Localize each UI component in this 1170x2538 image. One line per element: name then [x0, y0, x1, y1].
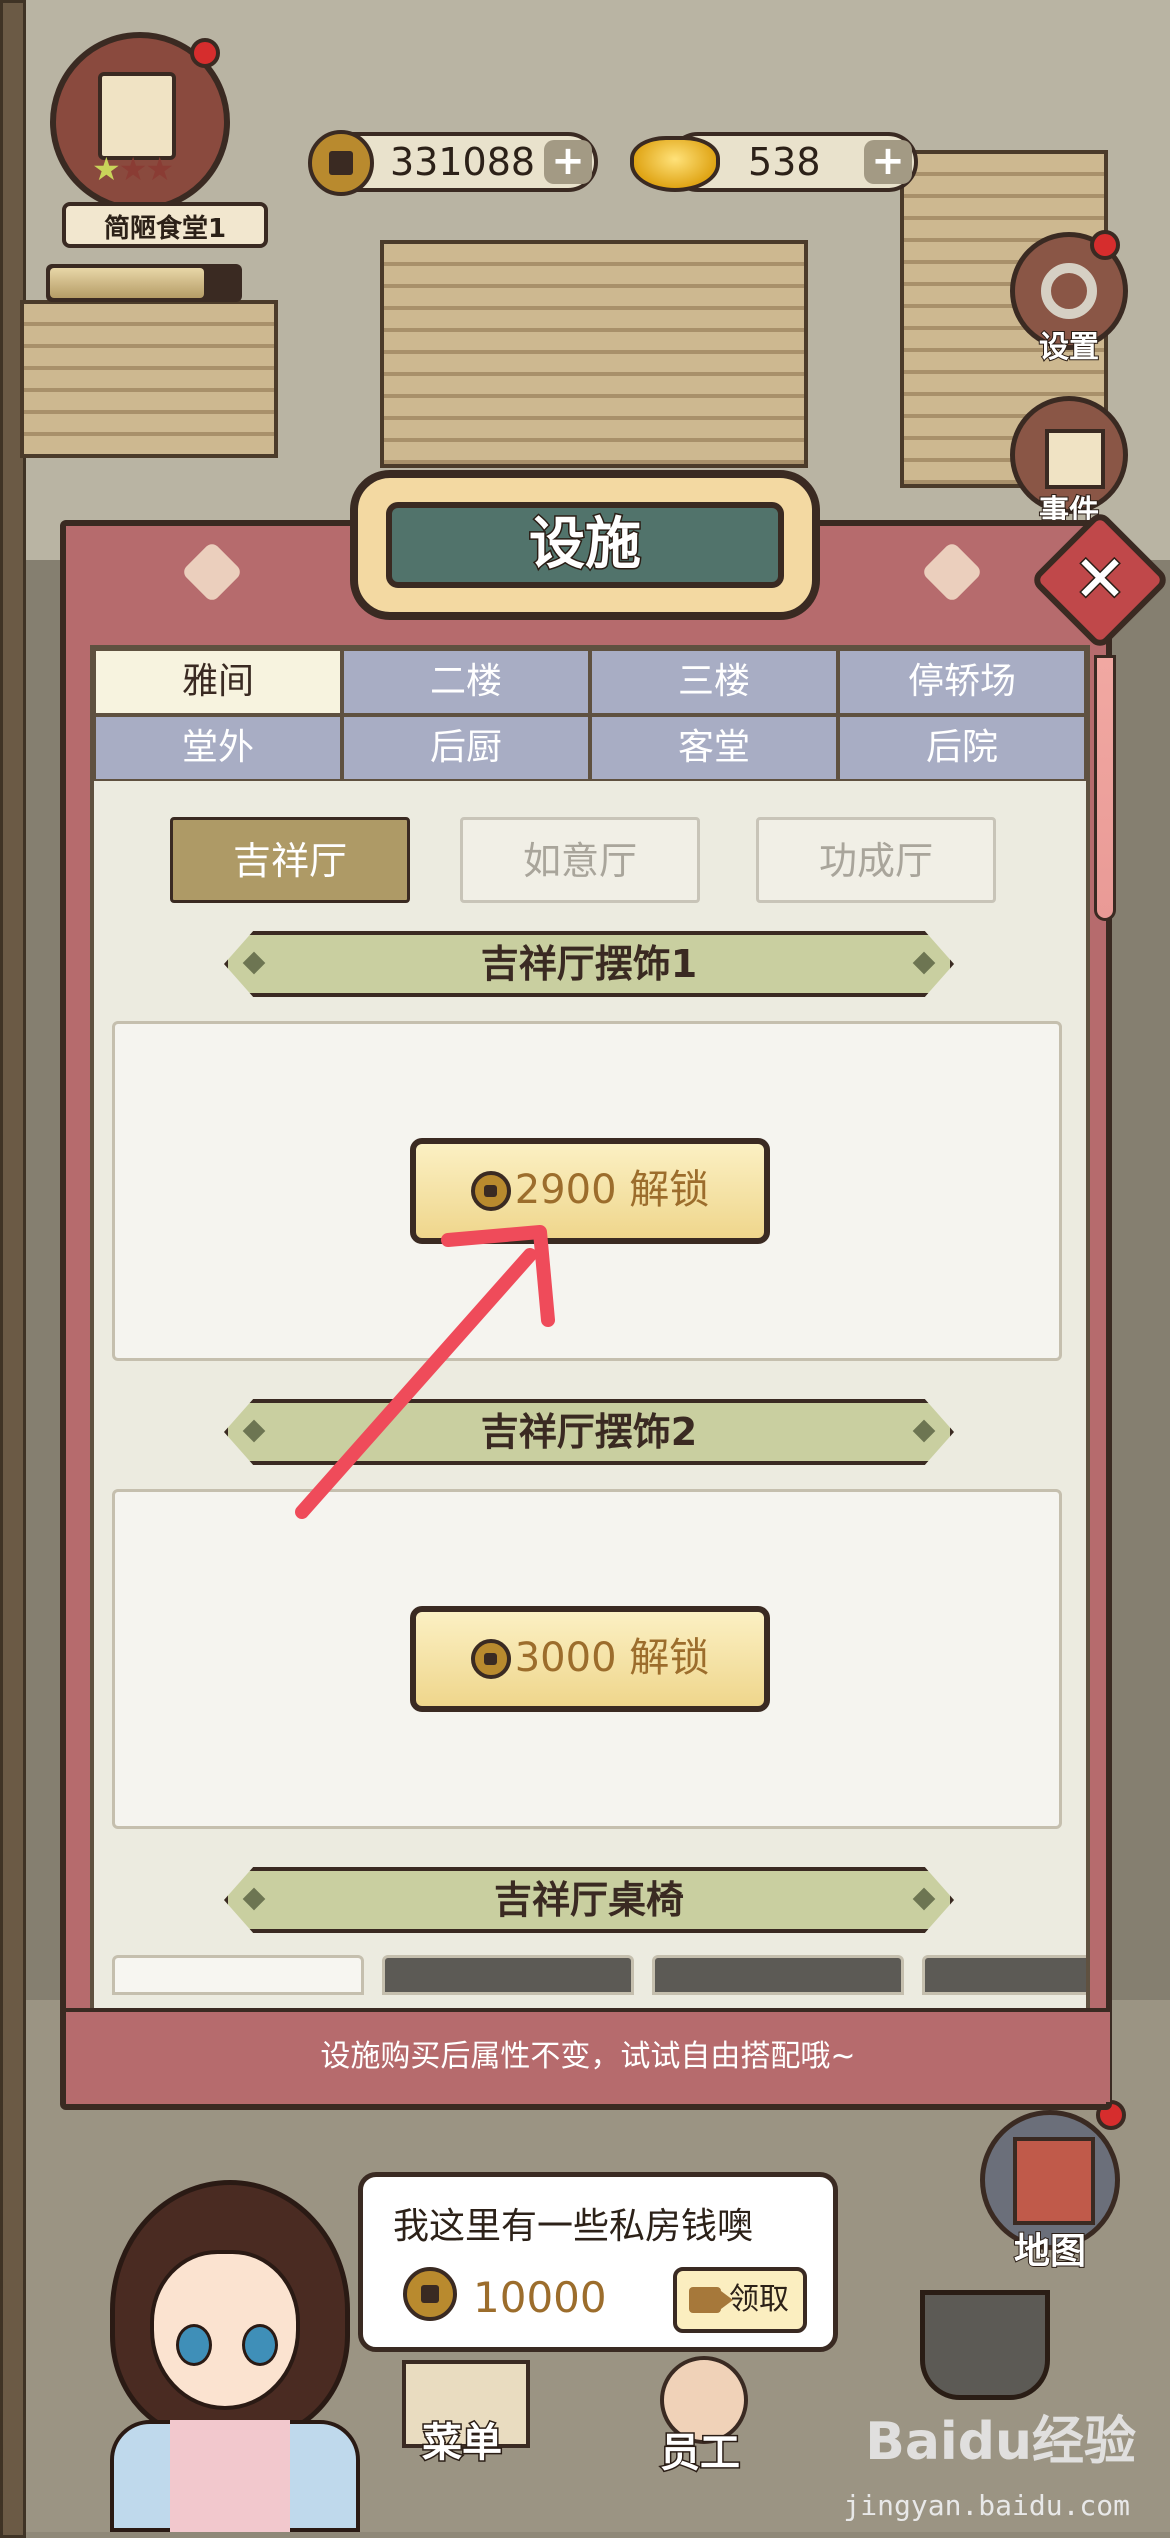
unlock-button[interactable]: 3000 解锁	[410, 1606, 770, 1712]
furniture-slots	[112, 1955, 1086, 1995]
add-coins-button[interactable]: +	[544, 140, 592, 184]
coin-icon	[470, 1171, 511, 1211]
shop-progress-fill	[50, 268, 205, 298]
section-header: 吉祥厅摆饰1	[224, 931, 954, 997]
shop-progress-bar	[46, 264, 242, 302]
modal-title: 设施	[386, 502, 784, 588]
add-ingots-button[interactable]: +	[864, 140, 912, 184]
background-window-blind	[380, 240, 808, 468]
modal-content: 雅间 二楼 三楼 停轿场堂外 后厨 客堂 后院 吉祥厅 如意厅 功成厅 吉祥厅摆饰1 290…	[90, 645, 1090, 2035]
item-slot: 3000 解锁	[112, 1489, 1062, 1829]
claim-button[interactable]: 领取	[673, 2267, 807, 2333]
star-icon: ★	[92, 150, 121, 188]
tab-floor[interactable]: 三楼	[592, 651, 836, 713]
character-eye	[176, 2324, 212, 2366]
furniture-slot[interactable]	[652, 1955, 904, 1995]
house-icon	[1045, 429, 1105, 489]
npc-character[interactable]	[70, 2140, 400, 2532]
watermark-logo: Baidu经验	[865, 2412, 1136, 2472]
tab-floor[interactable]: 后院	[840, 717, 1084, 779]
shop-name: 简陋食堂1	[62, 202, 268, 248]
coin-icon	[470, 1639, 511, 1679]
subtab-jixiang[interactable]: 吉祥厅	[170, 817, 410, 903]
tab-floor[interactable]: 客堂	[592, 717, 836, 779]
unlock-price: 3000	[514, 1635, 617, 1681]
star-icon: ★	[118, 150, 148, 188]
star-icon: ★	[145, 150, 174, 188]
bubble-text: 我这里有一些私房钱噢	[393, 2206, 754, 2247]
furniture-slot[interactable]	[382, 1955, 634, 1995]
video-icon	[689, 2287, 733, 2313]
subtab-ruyi[interactable]: 如意厅	[460, 817, 700, 903]
staff-label: 员工	[659, 2429, 742, 2478]
settings-label: 设置	[1038, 329, 1100, 366]
settings-notification-dot	[1090, 230, 1120, 260]
ingot-amount: 538	[748, 140, 821, 184]
watermark-url: jingyan.baidu.com	[843, 2489, 1130, 2522]
character-robe-inner	[170, 2420, 290, 2532]
modal-hint: 设施购买后属性不变，试试自由搭配哦~	[66, 2008, 1110, 2102]
coin-icon	[403, 2267, 457, 2321]
item-slot: 2900 解锁	[112, 1021, 1062, 1361]
building-icon	[98, 72, 176, 160]
gold-ingot-icon	[630, 136, 720, 192]
background-window-blind	[20, 300, 278, 458]
tab-floor[interactable]: 堂外	[96, 717, 340, 779]
tab-floor[interactable]: 雅间	[96, 651, 340, 713]
claim-label: 领取	[729, 2282, 789, 2317]
character-face	[150, 2250, 300, 2410]
modal-title-plaque: 设施	[350, 470, 820, 620]
unlock-price: 2900	[514, 1167, 617, 1213]
tassel-decoration	[1094, 655, 1116, 921]
tab-floor[interactable]: 后厨	[344, 717, 588, 779]
tab-floor[interactable]: 停轿场	[840, 651, 1084, 713]
map-label: 地图	[1013, 2230, 1087, 2273]
character-eye	[242, 2324, 278, 2366]
tab-floor[interactable]: 二楼	[344, 651, 588, 713]
unlock-label: 解锁	[629, 1635, 710, 1681]
shop-level-stars: ★★★	[92, 150, 174, 188]
cooking-pot-icon	[920, 2290, 1050, 2400]
gear-icon	[1041, 263, 1097, 319]
pagoda-icon	[1013, 2137, 1095, 2225]
close-icon[interactable]: ✕	[1050, 530, 1150, 630]
shop-badge[interactable]: ★★★ 简陋食堂1	[42, 32, 268, 248]
facilities-modal: 设施 ✕ 雅间 二楼 三楼 停轿场堂外 后厨 客堂 后院 吉祥厅 如意厅 功成厅 吉祥厅摆饰…	[60, 470, 1170, 2110]
coin-icon	[308, 130, 374, 196]
subtab-gongcheng[interactable]: 功成厅	[756, 817, 996, 903]
notification-dot	[190, 38, 220, 68]
furniture-slot[interactable]	[112, 1955, 364, 1995]
coin-amount: 331088	[390, 140, 536, 184]
bubble-amount: 10000	[473, 2273, 607, 2322]
section-header: 吉祥厅摆饰2	[224, 1399, 954, 1465]
unlock-label: 解锁	[629, 1167, 710, 1213]
unlock-button[interactable]: 2900 解锁	[410, 1138, 770, 1244]
speech-bubble: 我这里有一些私房钱噢 10000 领取	[358, 2172, 838, 2352]
floor-tabs: 雅间 二楼 三楼 停轿场堂外 后厨 客堂 后院	[94, 649, 1086, 781]
menu-label: 菜单	[421, 2419, 504, 2468]
furniture-slot[interactable]	[922, 1955, 1086, 1995]
section-header: 吉祥厅桌椅	[224, 1867, 954, 1933]
